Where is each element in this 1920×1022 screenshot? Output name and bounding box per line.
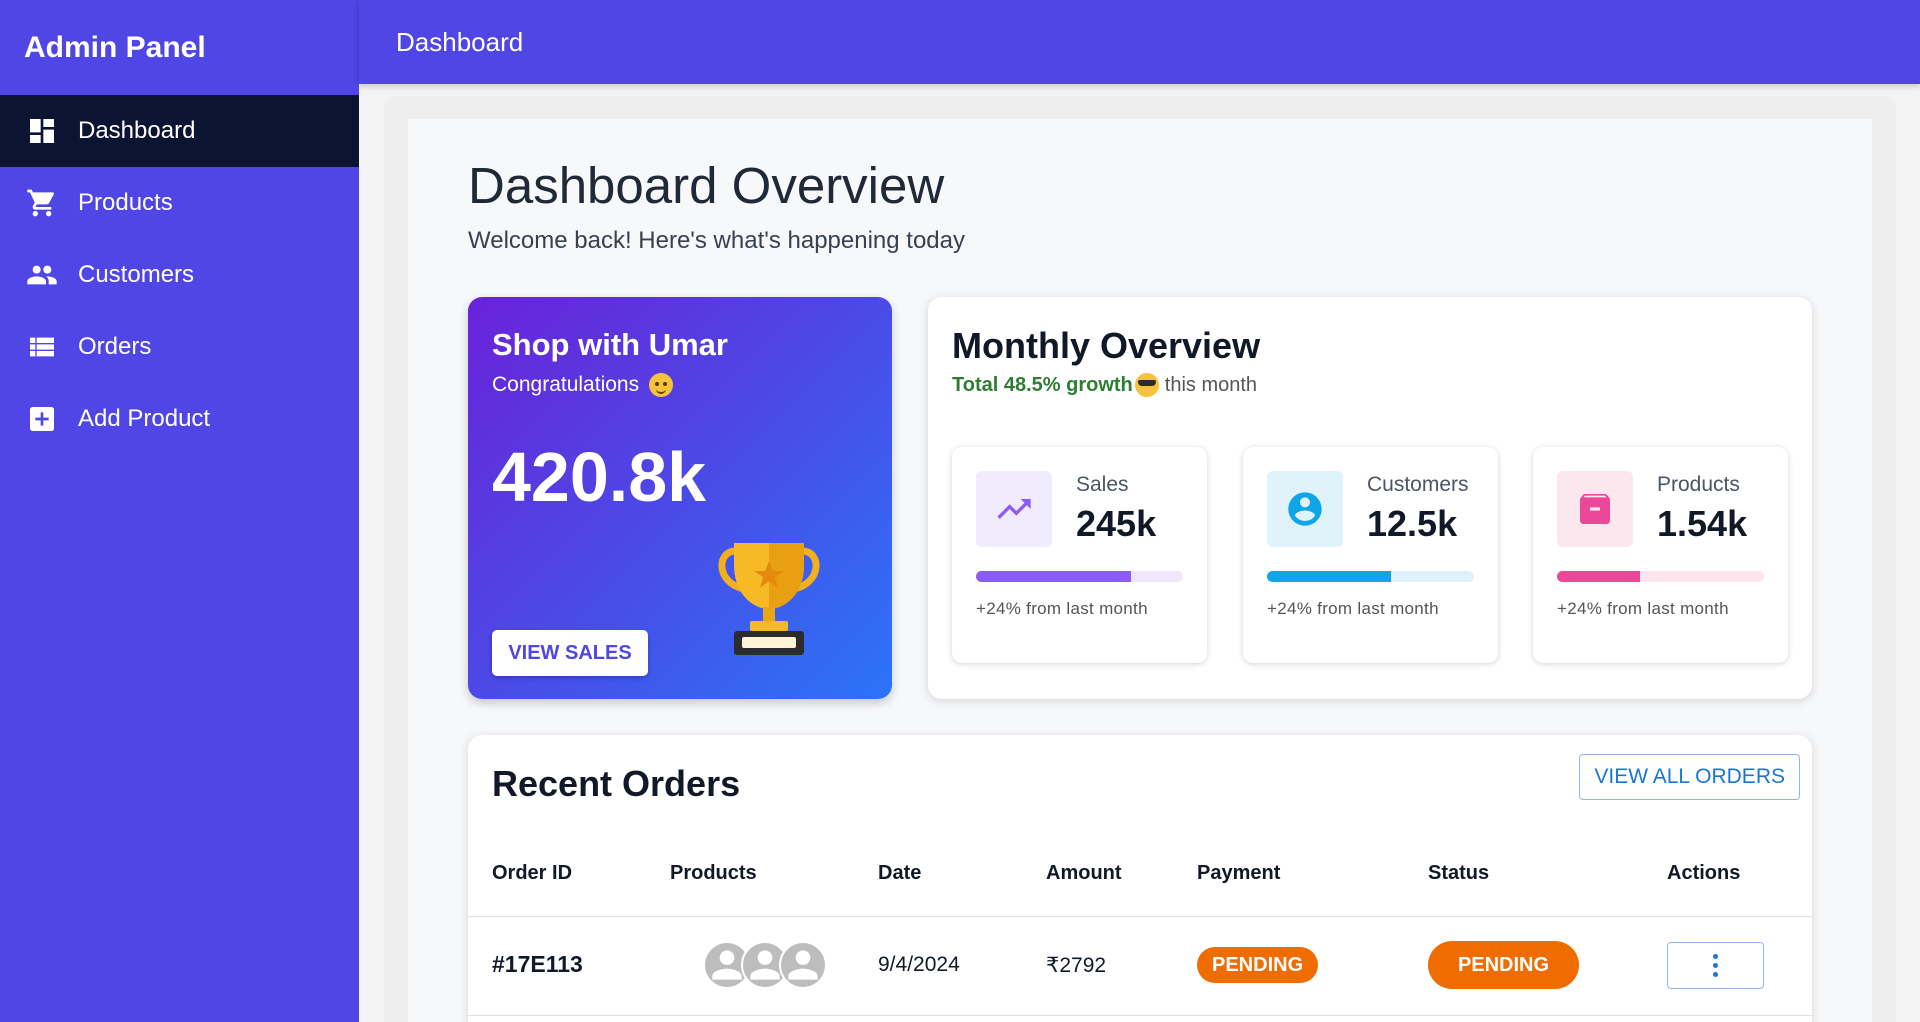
sidebar-item-label: Orders <box>78 333 152 360</box>
order-date: 9/4/2024 <box>878 953 960 976</box>
stat-progress-bar <box>976 571 1183 582</box>
view-all-orders-button[interactable]: VIEW ALL ORDERS <box>1579 754 1800 800</box>
dashboard-icon <box>26 115 58 147</box>
stat-progress-fill <box>976 571 1132 582</box>
stat-card-products: Products 1.54k +24% from last month <box>1533 447 1788 663</box>
cart-icon <box>26 187 58 219</box>
stat-note: +24% from last month <box>976 599 1148 618</box>
order-amount: ₹2792 <box>1046 954 1107 977</box>
column-header-date: Date <box>878 862 922 884</box>
stat-label: Sales <box>1076 473 1129 496</box>
column-header-order-id: Order ID <box>492 862 573 884</box>
row-actions-button[interactable] <box>1667 942 1764 989</box>
stat-card-customers: Customers 12.5k +24% from last month <box>1243 447 1498 663</box>
promo-subtitle-text: Congratulations <box>492 373 640 396</box>
archive-box-icon <box>1557 471 1633 547</box>
sidebar-item-label: Products <box>78 189 173 216</box>
sidebar-item-label: Dashboard <box>78 117 196 144</box>
page-subtitle: Welcome back! Here's what's happening to… <box>468 227 965 254</box>
people-icon <box>26 259 58 291</box>
table-row-divider <box>468 1015 1812 1016</box>
stat-note: +24% from last month <box>1557 599 1729 618</box>
stat-progress-bar <box>1557 571 1764 582</box>
page-title: Dashboard Overview <box>468 157 945 214</box>
stat-card-sales: Sales 245k +24% from last month <box>952 447 1207 663</box>
promo-subtitle: Congratulations <box>492 373 674 397</box>
view-sales-button[interactable]: VIEW SALES <box>492 630 648 676</box>
stat-value: 245k <box>1076 503 1157 544</box>
order-id: #17E113 <box>492 951 583 977</box>
add-box-icon <box>26 403 58 435</box>
growth-period: this month <box>1164 373 1258 396</box>
sidebar-item-label: Add Product <box>78 405 211 432</box>
sidebar-item-products[interactable]: Products <box>0 167 359 239</box>
trophy-icon <box>714 537 824 657</box>
table-header-divider <box>468 916 1812 917</box>
stat-value: 12.5k <box>1367 503 1458 544</box>
avatar <box>779 941 827 989</box>
stat-progress-fill <box>1267 571 1392 582</box>
growth-summary: Total 48.5% growth this month <box>952 373 1257 397</box>
sidebar-item-customers[interactable]: Customers <box>0 239 359 311</box>
stat-note: +24% from last month <box>1267 599 1439 618</box>
top-app-bar: Dashboard <box>359 0 1920 84</box>
sidebar-item-add-product[interactable]: Add Product <box>0 383 359 455</box>
monthly-overview-card: Monthly Overview Total 48.5% growth this… <box>928 297 1812 699</box>
stat-value: 1.54k <box>1657 503 1748 544</box>
sidebar-item-orders[interactable]: Orders <box>0 311 359 383</box>
orders-title: Recent Orders <box>492 763 741 804</box>
sidebar-item-dashboard[interactable]: Dashboard <box>0 95 359 167</box>
promo-value: 420.8k <box>492 438 707 516</box>
stat-progress-fill <box>1557 571 1640 582</box>
growth-value: Total 48.5% growth <box>952 373 1133 396</box>
account-circle-icon <box>1267 471 1343 547</box>
stat-label: Products <box>1657 473 1740 496</box>
monthly-title: Monthly Overview <box>952 325 1261 366</box>
promo-card: Shop with Umar Congratulations 420.8k VI… <box>468 297 892 699</box>
recent-orders-card: Recent Orders VIEW ALL ORDERS Order ID P… <box>468 735 1812 1022</box>
sidebar: Admin Panel Dashboard Products Customers… <box>0 0 359 1022</box>
column-header-products: Products <box>670 862 757 884</box>
more-vert-icon <box>1713 954 1718 977</box>
celebration-emoji-icon <box>649 373 674 397</box>
stat-progress-bar <box>1267 571 1474 582</box>
header-title: Dashboard <box>396 26 524 57</box>
sidebar-item-label: Customers <box>78 261 195 288</box>
product-avatar-group <box>703 941 833 989</box>
payment-status-badge: PENDING <box>1197 947 1319 983</box>
list-icon <box>26 331 58 363</box>
promo-title: Shop with Umar <box>492 327 728 362</box>
brand-title: Admin Panel <box>24 30 206 64</box>
column-header-payment: Payment <box>1197 862 1281 884</box>
trending-up-icon <box>976 471 1052 547</box>
sunglasses-emoji-icon <box>1134 373 1159 397</box>
order-status-badge: PENDING <box>1428 941 1579 989</box>
column-header-status: Status <box>1428 862 1490 884</box>
column-header-amount: Amount <box>1046 862 1122 884</box>
stat-label: Customers <box>1367 473 1469 496</box>
column-header-actions: Actions <box>1667 862 1741 884</box>
